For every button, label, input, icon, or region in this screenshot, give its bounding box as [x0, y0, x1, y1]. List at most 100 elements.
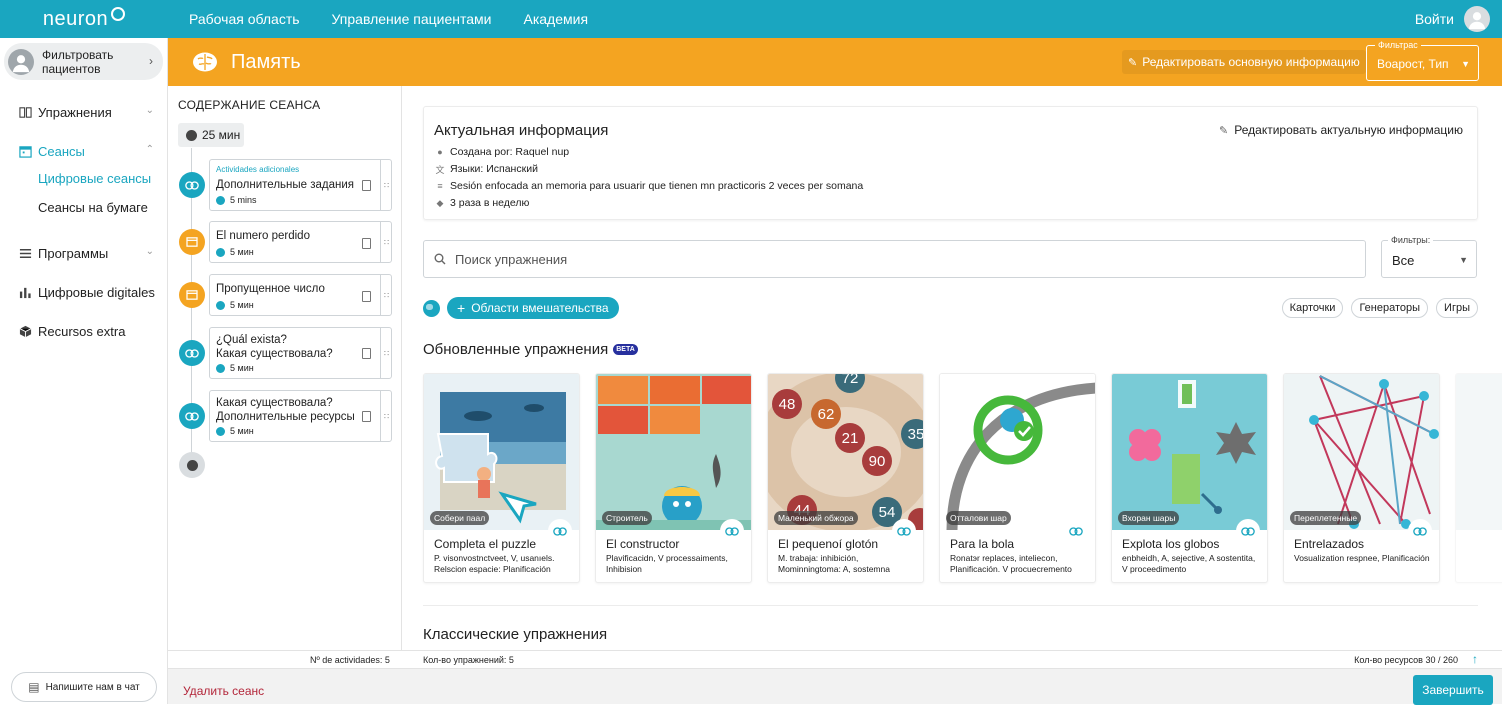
document-icon[interactable] [362, 291, 371, 302]
exercise-title: El pequenoí glotón [778, 537, 879, 551]
edit-main-info-button[interactable]: ✎ Редактировать основную информацию [1122, 50, 1366, 74]
clock-icon [216, 363, 225, 373]
sidebar-item-programs[interactable]: Программы ⌄ [0, 243, 168, 263]
list-icon [18, 246, 32, 260]
link-icon[interactable] [720, 519, 744, 543]
document-icon[interactable] [362, 238, 371, 249]
drag-handle-icon[interactable]: ∷ [380, 275, 391, 315]
sidebar-item-digital[interactable]: Цифровые digitales ⌄ [0, 282, 168, 302]
login-area[interactable]: Войти [1415, 6, 1490, 32]
text-lines-icon: ≡ [437, 181, 443, 191]
activity-card[interactable]: Actividades adicionales Дополнительные з… [209, 159, 392, 211]
clock-icon [216, 300, 225, 310]
document-icon[interactable] [362, 180, 371, 191]
drag-handle-icon[interactable]: ∷ [380, 328, 391, 378]
current-info-title: Актуальная информация [434, 122, 609, 139]
activity-duration: 5 мин [216, 363, 254, 373]
patient-avatar-icon [8, 48, 34, 75]
arrow-up-icon[interactable]: ↑ [1472, 652, 1478, 666]
main-panel: Актуальная информация ✎ Редактировать ак… [403, 86, 1502, 650]
user-avatar-icon[interactable] [1464, 6, 1490, 32]
exercise-card[interactable]: Вхоран шары Explota los globos enbheidh,… [1111, 373, 1268, 583]
exercise-card[interactable]: Строитель El constructor Plavificacidn, … [595, 373, 752, 583]
link-icon[interactable] [1064, 519, 1088, 543]
activity-card[interactable]: ¿Quál existа? Какая существовала? 5 мин … [209, 327, 392, 379]
beta-badge: BETA [613, 344, 638, 355]
document-icon[interactable] [362, 411, 371, 422]
number-bubble-label: 21 [842, 430, 859, 447]
activity-card[interactable]: Какая существовала? Дополнительные ресур… [209, 390, 392, 442]
sidebar-item-digital-sessions[interactable]: Цифровые сеансы [0, 168, 151, 188]
clock-icon [216, 195, 225, 205]
document-icon[interactable] [362, 348, 371, 359]
constructor-thumbnail [596, 374, 751, 530]
activity-name: El numero perdido [216, 230, 310, 242]
clock-icon [216, 426, 225, 436]
neuron-logo[interactable]: neuron [0, 0, 168, 38]
filters-select[interactable]: Фильтры: Все ▼ [1381, 235, 1477, 278]
page-title: Память [231, 50, 301, 73]
exercise-category: Собери паал [430, 511, 490, 525]
logo-mark-icon [111, 7, 126, 21]
search-input[interactable] [455, 251, 1335, 267]
exercise-card[interactable]: Отталови шар Para la bola Ronatэr replac… [939, 373, 1096, 583]
translate-icon: 文 [435, 164, 445, 175]
sidebar-item-paper-sessions[interactable]: Сеансы на бумаге [0, 197, 148, 217]
link-icon[interactable] [892, 519, 916, 543]
exercise-category: Строитель [602, 511, 652, 525]
exercise-card[interactable]: 72 48 62 21 90 35 54 44 [767, 373, 924, 583]
link-activity-icon [179, 403, 205, 429]
chevron-down-icon: ⌄ [145, 246, 154, 257]
chip-games[interactable]: Игры [1436, 298, 1478, 318]
activity-name-secondary: Дополнительные ресурсы [216, 411, 355, 423]
header-filter-select[interactable]: Фильтрас Воарост, Тип ▼ [1366, 40, 1479, 81]
nav-patient-management[interactable]: Управление пациентами [332, 11, 492, 27]
activity-card[interactable]: El numero perdido 5 мин ∷ [209, 221, 392, 263]
patient-filter-button[interactable]: Фильтровать пациентов › [4, 43, 163, 80]
top-nav: Рабочая область Управление пациентами Ак… [189, 11, 588, 27]
edit-current-info-button[interactable]: ✎ Редактировать актуальную информацию [1219, 123, 1463, 137]
classic-exercises-title: Классические упражнения [423, 626, 608, 643]
exercise-card-partial[interactable] [1455, 373, 1502, 583]
drag-handle-icon[interactable]: ∷ [380, 391, 391, 441]
activity-name: Пропущенное число [216, 283, 325, 295]
intervention-areas-button[interactable]: + Области вмешательства [447, 297, 619, 319]
chip-cards[interactable]: Карточки [1281, 298, 1344, 318]
exercise-category: Маленький обжора [774, 511, 858, 525]
login-link[interactable]: Войти [1415, 11, 1454, 27]
entangled-thumbnail [1284, 374, 1439, 530]
finish-button[interactable]: Завершить [1413, 675, 1493, 705]
exercise-card[interactable]: Собери паал Completa el puzzle P. visonv… [423, 373, 580, 583]
link-icon[interactable] [1236, 519, 1260, 543]
dropdown-arrow-icon: ▼ [1459, 255, 1468, 265]
activity-card[interactable]: Пропущенное число 5 мин ∷ [209, 274, 392, 316]
exercise-cards-row: Собери паал Completa el puzzle P. visonv… [423, 373, 1502, 583]
sidebar-item-sessions[interactable]: Сеансы ⌃ [0, 141, 168, 161]
chat-bubble-icon: ▤ [28, 680, 40, 694]
brain-icon [193, 52, 217, 72]
chip-generators[interactable]: Генераторы [1351, 298, 1429, 318]
exercise-description: enbheidh, A, sejective, A sostentita, V … [1122, 553, 1256, 574]
chat-button[interactable]: ▤ Напишите нам в чат [11, 672, 157, 702]
exercise-title: El constructor [606, 537, 680, 551]
filters-label: Фильтры: [1388, 235, 1434, 245]
session-duration-badge: 25 мин [178, 123, 244, 147]
number-bubble-label: 35 [908, 426, 924, 443]
sidebar-item-exercises[interactable]: Упражнения ⌄ [0, 102, 168, 122]
sidebar-item-extra-resources[interactable]: Recursos extra [0, 321, 168, 341]
drag-handle-icon[interactable]: ∷ [380, 222, 391, 262]
exercise-card[interactable]: Переплетенные Entrelazados Vosualization… [1283, 373, 1440, 583]
nav-academy[interactable]: Академия [523, 11, 588, 27]
exercise-search[interactable] [423, 240, 1366, 278]
header-filter-value: Воарост, Тип [1377, 57, 1449, 71]
number-bubble-label: 54 [879, 504, 896, 521]
info-languages: 文 Языки: Испанский [435, 163, 538, 175]
exercise-title: Para la bola [950, 537, 1015, 551]
link-icon[interactable] [548, 519, 572, 543]
top-bar: neuron Рабочая область Управление пациен… [0, 0, 1502, 38]
delete-session-button[interactable]: Удалить сеанс [183, 684, 264, 698]
link-icon[interactable] [1408, 519, 1432, 543]
drag-handle-icon[interactable]: ∷ [380, 160, 391, 210]
activity-name: Дополнительные задания [216, 179, 355, 191]
nav-workspace[interactable]: Рабочая область [189, 11, 300, 27]
